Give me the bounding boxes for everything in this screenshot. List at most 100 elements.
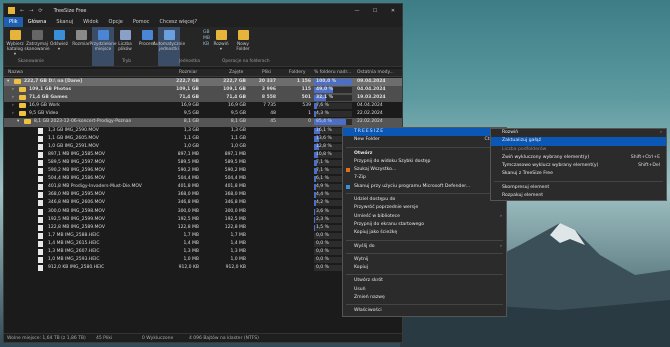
ribbon-button-przydzielone-miejsce[interactable]: Przydzielone miejsce (89, 27, 117, 66)
row-size: 300,0 MB (177, 208, 199, 214)
folder-icon (19, 111, 26, 117)
menu-item-zaktualizuj-galaz[interactable]: Zaktualizuj gałąź (491, 137, 666, 146)
menu-item-label: Przypnij do ekranu startowego (354, 221, 425, 227)
table-row[interactable]: › 9,5 GB Video 9,5 GB 9,5 GB 48 1 4,3 % 22.02.2… (4, 110, 402, 118)
minimize-button[interactable]: — (348, 8, 366, 14)
row-percent: 4,9 % (316, 184, 329, 190)
menu-item-skanuj-przy-uzyciu-programu-microsoft-de[interactable]: Skanuj przy użyciu programu Microsoft De… (343, 183, 506, 191)
menu-item-7-zip[interactable]: 7-Zip› (343, 174, 506, 182)
table-row[interactable]: ▾ 222,7 GB D:\ na [Dane] 222,7 GB 222,7 GB 2… (4, 78, 402, 87)
submenu-arrow-icon: › (500, 213, 502, 219)
menu-skanuj[interactable]: Skanuj (51, 17, 78, 27)
col-nazwa[interactable]: Nazwa (8, 70, 23, 75)
expand-toggle-icon[interactable]: › (12, 103, 14, 108)
menu-item-utworz-skrot[interactable]: Utwórz skrót (343, 277, 506, 285)
menu-item-umiesc-w-bibliotece[interactable]: Umieść w bibliotece › (343, 213, 506, 221)
row-alloc: 590,2 MB (224, 168, 246, 174)
file-icon (38, 184, 43, 191)
maximize-button[interactable]: ☐ (366, 8, 384, 14)
menu-item-icon (346, 184, 350, 189)
rozwin-icon (215, 30, 227, 40)
expand-toggle-icon[interactable]: ▾ (17, 119, 19, 124)
row-name: 1,0 MB IMG_2593.HEIC (48, 257, 100, 263)
ribbon-button-label: Nowy Folder (236, 42, 250, 52)
menu-opcje[interactable]: Opcje (104, 17, 128, 27)
menu-item-liczba-podfolderow[interactable]: Liczba podfolderów (491, 146, 666, 154)
file-icon (38, 135, 43, 142)
table-row[interactable]: ▾ 8,1 GB 2023-12-06-koncert-Prodigy-Pozna… (4, 118, 402, 127)
menu-separator (346, 252, 503, 254)
menu-item-label: Właściwości (354, 308, 382, 314)
menu-widok[interactable]: Widok (78, 17, 103, 27)
menu-item-wlasciwosci[interactable]: Właściwości (343, 307, 506, 315)
row-size: 9,5 GB (183, 111, 199, 117)
row-files: 7 735 (263, 103, 276, 109)
row-name: 912,0 KB IMG_2580.HEIC (48, 265, 105, 271)
menu-item-label: Umieść w bibliotece (354, 213, 400, 219)
col-modyfikacja[interactable]: Ostatnia mody... (357, 70, 394, 75)
row-folders: 1 156 (296, 79, 311, 84)
row-size: 1,3 GB (183, 127, 199, 133)
file-icon (38, 208, 43, 215)
menu-item-przywroc-poprzednie-wersje[interactable]: Przywróć poprzednie wersje (343, 204, 506, 212)
menu-item-przypnij-do-widoku-szybki-dostep[interactable]: Przypnij do widoku Szybki dostęp (343, 158, 506, 166)
menu-item-usun[interactable]: Usuń (343, 286, 506, 294)
menu-plik[interactable]: Plik (4, 17, 23, 27)
row-alloc: 109,1 GB (223, 87, 246, 93)
expand-toggle-icon[interactable]: › (12, 95, 14, 100)
menu-item-kopiuj[interactable]: Kopiuj (343, 264, 506, 272)
refresh-icon[interactable]: ⟳ (38, 8, 42, 14)
row-name: 504,4 MB IMG_2586.MOV (48, 176, 105, 182)
dropdown-arrow-icon[interactable]: ▾ (58, 47, 60, 52)
col-foldery[interactable]: Foldery (289, 70, 306, 75)
menu-item-zwin-wykluczony-wybrany-element-y[interactable]: Zwiń wykluczony wybrany element(y) Shift+… (491, 154, 666, 162)
table-row[interactable]: › 71,4 GB Games 71,4 GB 71,4 GB 8 558 501 32,1… (4, 94, 402, 103)
menu-item-zmien-nazwe[interactable]: Zmień nazwę (343, 294, 506, 302)
menu-item-wyslij-do[interactable]: Wyślij do › (343, 243, 506, 251)
menu-item-szukaj-wszystko[interactable]: Szukaj Wszystko... (343, 166, 506, 174)
menu-item-skanuj-z-treesize-free[interactable]: Skanuj z TreeSize Free (491, 170, 666, 178)
unit-selector[interactable]: GB MB KB (203, 30, 213, 48)
menu-item-udziel-dostepu-do[interactable]: Udziel dostępu do› (343, 196, 506, 204)
file-icon (38, 248, 43, 255)
menu-item-new-folder[interactable]: New FolderCtrl+N (343, 136, 506, 144)
table-row[interactable]: › 16,9 GB Work 16,9 GB 16,9 GB 7 735 539 7,6 %… (4, 102, 402, 110)
col-procent[interactable]: % folderu nadr... (314, 70, 351, 75)
menu-item-przypnij-do-ekranu-startowego[interactable]: Przypnij do ekranu startowego (343, 221, 506, 229)
dropdown-arrow-icon[interactable]: ▾ (220, 47, 222, 52)
row-size: 1,7 MB (183, 232, 199, 238)
dropdown-arrow-icon[interactable]: ▾ (14, 52, 16, 57)
group-tryb: Tryb (122, 59, 132, 64)
col-pliki[interactable]: Pliki (262, 70, 271, 75)
folder-icon (14, 79, 21, 84)
back-icon[interactable]: ← (20, 8, 24, 14)
expand-toggle-icon[interactable]: › (12, 87, 14, 92)
group-operacje: Operacje na folderach (222, 59, 270, 64)
menu-item-treesize[interactable]: TREESIZE› (343, 128, 506, 137)
menu-chcesz-wiecej[interactable]: Chcesz więcej? (154, 17, 202, 27)
menu-item-rozwin[interactable]: Rozwiń › (491, 129, 666, 137)
ribbon-button-automatycznie-jednostki[interactable]: Automatycznie jednostki (153, 27, 185, 66)
row-alloc: 912,0 KB (225, 265, 246, 271)
menu-glowna[interactable]: Główna (22, 17, 52, 28)
table-row[interactable]: › 109,1 GB Photos 109,1 GB 109,1 GB 3 996 115… (4, 86, 402, 95)
menu-item-kopiuj-jako-sciezke[interactable]: Kopiuj jako ścieżkę (343, 229, 506, 237)
menu-item-skompresuj-element[interactable]: Skompresuj element (491, 184, 666, 192)
liczba-plikow-icon (119, 30, 131, 40)
col-zajete[interactable]: Zajęte (229, 70, 243, 75)
menu-item-rozpakuj-element[interactable]: Rozpakuj element (491, 192, 666, 200)
menu-item-otworz[interactable]: Otwórz (343, 150, 506, 158)
ribbon-button-odswiez[interactable]: Odśwież ▾ (48, 27, 70, 66)
close-button[interactable]: ✕ (384, 8, 402, 14)
expand-toggle-icon[interactable]: ▾ (7, 79, 9, 84)
col-rozmiar[interactable]: Rozmiar (179, 70, 197, 75)
menu-pomoc[interactable]: Pomoc (128, 17, 155, 27)
row-name: 1,1 GB IMG_2605.MOV (48, 135, 99, 141)
expand-toggle-icon[interactable]: › (12, 111, 14, 116)
row-size: 1,0 GB (183, 143, 199, 149)
forward-icon[interactable]: → (29, 8, 33, 14)
menu-item-wytnij[interactable]: Wytnij (343, 256, 506, 264)
menu-item-tymczasowo-wyklucz-wybrany-element-y[interactable]: Tymczasowo wyklucz wybrany element(y) Shi… (491, 162, 666, 170)
unit-kb[interactable]: KB (203, 42, 213, 48)
przydzielone-miejsce-icon (97, 30, 109, 40)
